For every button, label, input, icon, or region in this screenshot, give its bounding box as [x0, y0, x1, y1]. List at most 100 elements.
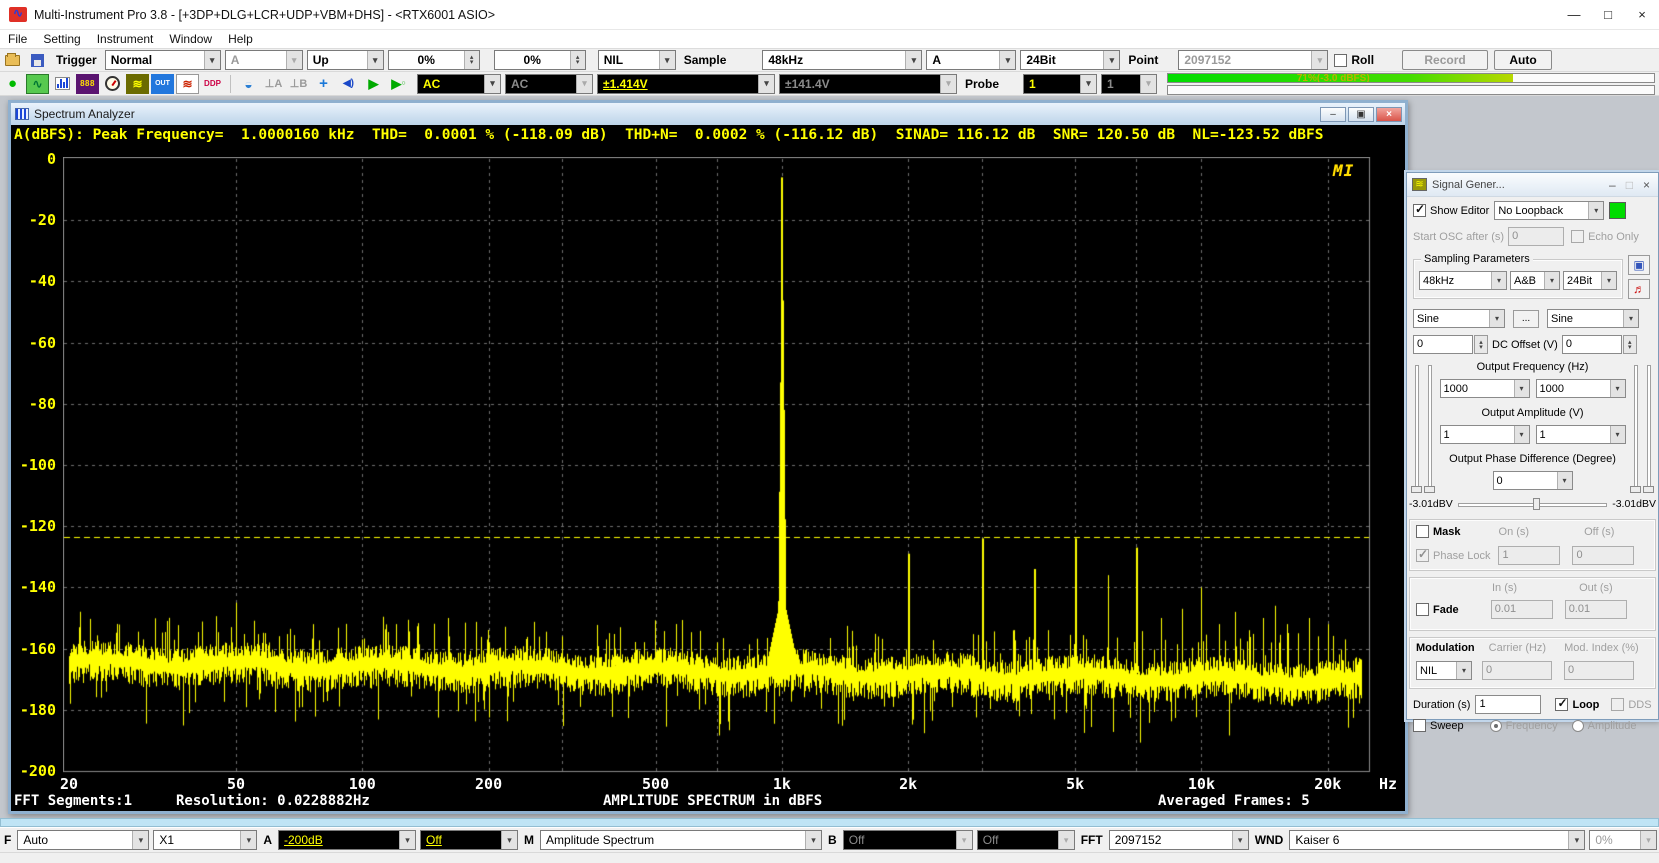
sampling-channel-combo[interactable]: A: [926, 50, 1016, 70]
probe-b-combo[interactable]: 1: [1101, 74, 1157, 94]
balance-slider[interactable]: [1458, 497, 1607, 511]
trigger-level-spinner[interactable]: 0%▴▾: [388, 50, 480, 70]
gen-channels-combo[interactable]: A&B: [1510, 271, 1560, 290]
mask-checkbox[interactable]: [1416, 525, 1429, 538]
fft-size-combo[interactable]: 2097152: [1109, 830, 1249, 850]
modulation-type-combo[interactable]: NIL: [1416, 661, 1472, 680]
start-osc-input[interactable]: 0: [1508, 227, 1564, 246]
spectrum-restore-button[interactable]: ▣: [1348, 107, 1374, 122]
carrier-input[interactable]: 0: [1482, 661, 1552, 680]
device-test-plan-icon[interactable]: OUT: [151, 74, 174, 94]
roll-checkbox[interactable]: Roll: [1334, 53, 1374, 67]
range-a-combo[interactable]: ±1.414V: [597, 74, 775, 94]
range-b-combo[interactable]: ±141.4V: [779, 74, 957, 94]
updown-icon[interactable]: ▴▾: [1623, 335, 1637, 354]
menu-instrument[interactable]: Instrument: [89, 32, 162, 46]
spectrum-canvas[interactable]: [63, 157, 1373, 773]
sampling-rate-combo[interactable]: 48kHz: [762, 50, 922, 70]
menu-setting[interactable]: Setting: [35, 32, 88, 46]
show-editor-checkbox[interactable]: [1413, 204, 1426, 217]
gen-bits-combo[interactable]: 24Bit: [1563, 271, 1617, 290]
trigger-mode-combo[interactable]: Normal: [105, 50, 221, 70]
phase-lock-checkbox[interactable]: [1416, 549, 1429, 562]
sweep-checkbox[interactable]: [1413, 719, 1426, 732]
b-range-combo[interactable]: Off: [843, 830, 973, 850]
echo-only-checkbox[interactable]: [1571, 230, 1584, 243]
gen-rate-combo[interactable]: 48kHz: [1419, 271, 1507, 290]
window-function-combo[interactable]: Kaiser 6: [1289, 830, 1585, 850]
frequency-a-combo[interactable]: 1000: [1440, 379, 1530, 398]
fade-in-input[interactable]: 0.01: [1491, 600, 1553, 619]
auto-button[interactable]: Auto: [1494, 50, 1552, 70]
coupling-b-combo[interactable]: AC: [505, 74, 593, 94]
freq-axis-combo[interactable]: Auto: [17, 830, 149, 850]
siggen-maximize-button[interactable]: □: [1626, 178, 1633, 192]
phase-combo[interactable]: 0: [1493, 471, 1573, 490]
open-icon[interactable]: [1, 50, 24, 70]
sound-icon[interactable]: ◀): [337, 74, 360, 94]
record-button[interactable]: Record: [1402, 50, 1488, 70]
trigger-hpf-combo[interactable]: NIL: [598, 50, 676, 70]
close-button[interactable]: ×: [1625, 0, 1659, 29]
spectrum-analyzer-icon[interactable]: [51, 74, 74, 94]
zero-b-icon[interactable]: ⊥B: [287, 74, 310, 94]
osc-run-button[interactable]: [1609, 202, 1626, 219]
probe-calibration-icon[interactable]: +: [312, 74, 335, 94]
amplitude-slider-a2[interactable]: [1424, 365, 1435, 493]
coupling-a-combo[interactable]: AC: [417, 74, 501, 94]
trigger-source-combo[interactable]: A: [225, 50, 303, 70]
signal-generator-icon[interactable]: ≋: [126, 74, 149, 94]
oscilloscope-icon[interactable]: ∿: [26, 74, 49, 94]
spectrum-minimize-button[interactable]: –: [1320, 107, 1346, 122]
menu-window[interactable]: Window: [161, 32, 220, 46]
dc-offset-a-input[interactable]: 0: [1413, 335, 1473, 354]
calibration-icon[interactable]: ◒: [237, 74, 260, 94]
save-waveform-icon[interactable]: ▣: [1628, 255, 1650, 275]
ddp-viewer-icon[interactable]: DDP: [201, 74, 224, 94]
amplitude-slider-b2[interactable]: [1643, 365, 1654, 493]
spectrum-window-titlebar[interactable]: Spectrum Analyzer – ▣ ×: [11, 103, 1405, 125]
waveform-b-combo[interactable]: Sine: [1547, 309, 1639, 328]
dc-offset-b-input[interactable]: 0: [1562, 335, 1622, 354]
record-length-combo[interactable]: 2097152: [1178, 50, 1328, 70]
sweep-frequency-radio[interactable]: [1490, 720, 1502, 732]
updown-icon[interactable]: ▴▾: [1474, 335, 1488, 354]
amplitude-slider-b1[interactable]: [1630, 365, 1641, 493]
more-waveform-button[interactable]: ...: [1513, 310, 1539, 328]
menu-file[interactable]: File: [0, 32, 35, 46]
multimeter-icon[interactable]: 888: [76, 74, 99, 94]
maximize-button[interactable]: □: [1591, 0, 1625, 29]
fade-out-input[interactable]: 0.01: [1565, 600, 1627, 619]
amplitude-a-combo[interactable]: 1: [1440, 425, 1530, 444]
multi-wave-icon[interactable]: ≋: [176, 74, 199, 94]
overlap-combo[interactable]: 0%: [1589, 830, 1657, 850]
chart-mode-combo[interactable]: Amplitude Spectrum: [540, 830, 822, 850]
loopback-combo[interactable]: No Loopback: [1494, 201, 1604, 220]
sweep-amplitude-radio[interactable]: [1572, 720, 1584, 732]
play-loop-icon[interactable]: ▶○: [387, 74, 410, 94]
duration-input[interactable]: 1: [1475, 695, 1541, 714]
amplitude-b-combo[interactable]: 1: [1536, 425, 1626, 444]
spectrum-3d-plot-icon[interactable]: [101, 74, 124, 94]
b-shift-combo[interactable]: Off: [977, 830, 1075, 850]
mask-on-input[interactable]: 1: [1498, 546, 1560, 565]
fade-checkbox[interactable]: [1416, 603, 1429, 616]
mask-off-input[interactable]: 0: [1572, 546, 1634, 565]
frequency-b-combo[interactable]: 1000: [1536, 379, 1626, 398]
run-icon[interactable]: ●: [1, 74, 24, 94]
play-icon[interactable]: ▶: [362, 74, 385, 94]
save-icon[interactable]: [26, 50, 49, 70]
a-range-combo[interactable]: -200dB: [278, 830, 416, 850]
siggen-minimize-button[interactable]: –: [1609, 178, 1616, 192]
dds-checkbox[interactable]: [1611, 698, 1624, 711]
loop-checkbox[interactable]: [1555, 698, 1568, 711]
trigger-edge-combo[interactable]: Up: [307, 50, 384, 70]
probe-a-combo[interactable]: 1: [1023, 74, 1097, 94]
music-note-icon[interactable]: ♬: [1628, 279, 1650, 299]
a-shift-combo[interactable]: Off: [420, 830, 518, 850]
zero-a-icon[interactable]: ⊥A: [262, 74, 285, 94]
waveform-a-combo[interactable]: Sine: [1413, 309, 1505, 328]
trigger-delay-spinner[interactable]: 0%▴▾: [494, 50, 586, 70]
siggen-close-button[interactable]: ×: [1643, 178, 1650, 192]
mod-index-input[interactable]: 0: [1564, 661, 1634, 680]
